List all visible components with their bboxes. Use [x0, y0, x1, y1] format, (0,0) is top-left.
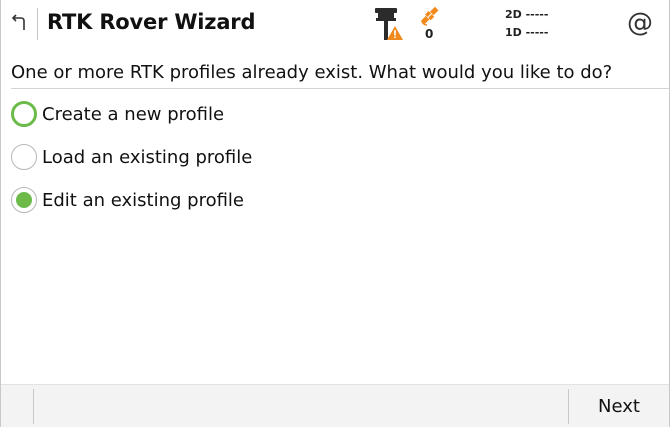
radio-create-new-profile[interactable]	[11, 101, 37, 127]
header-divider	[37, 8, 38, 40]
at-icon[interactable]: @	[625, 6, 655, 40]
option-label: Create a new profile	[42, 103, 225, 125]
next-button[interactable]: Next	[569, 385, 669, 427]
back-arrow-icon	[11, 14, 25, 30]
radio-load-existing-profile[interactable]	[11, 144, 37, 170]
precision-2d: 2D -----	[505, 8, 549, 21]
radio-selected-dot	[16, 192, 32, 208]
title-bar: RTK Rover Wizard 0 2D ----- 1D ----- @	[1, 0, 669, 46]
satellite-icon[interactable]	[419, 4, 441, 28]
precision-readout[interactable]: 2D ----- 1D -----	[505, 6, 548, 42]
radio-edit-existing-profile[interactable]	[11, 187, 37, 213]
footer-divider-left	[33, 389, 34, 424]
option-edit-existing-profile[interactable]: Edit an existing profile	[11, 185, 244, 215]
rtk-rover-wizard-window: RTK Rover Wizard 0 2D ----- 1D ----- @ O…	[0, 0, 670, 427]
satellite-count: 0	[425, 27, 434, 41]
option-label: Load an existing profile	[42, 146, 253, 168]
back-button[interactable]	[1, 0, 37, 46]
option-load-existing-profile[interactable]: Load an existing profile	[11, 142, 252, 172]
option-create-new-profile[interactable]: Create a new profile	[11, 99, 224, 129]
footer-bar: Next	[1, 384, 669, 427]
question-divider	[11, 88, 669, 89]
page-title: RTK Rover Wizard	[47, 10, 256, 34]
option-label: Edit an existing profile	[42, 189, 244, 211]
gnss-receiver-warning-icon[interactable]	[372, 6, 404, 42]
question-text: One or more RTK profiles already exist. …	[11, 62, 613, 83]
precision-1d: 1D -----	[505, 26, 549, 39]
